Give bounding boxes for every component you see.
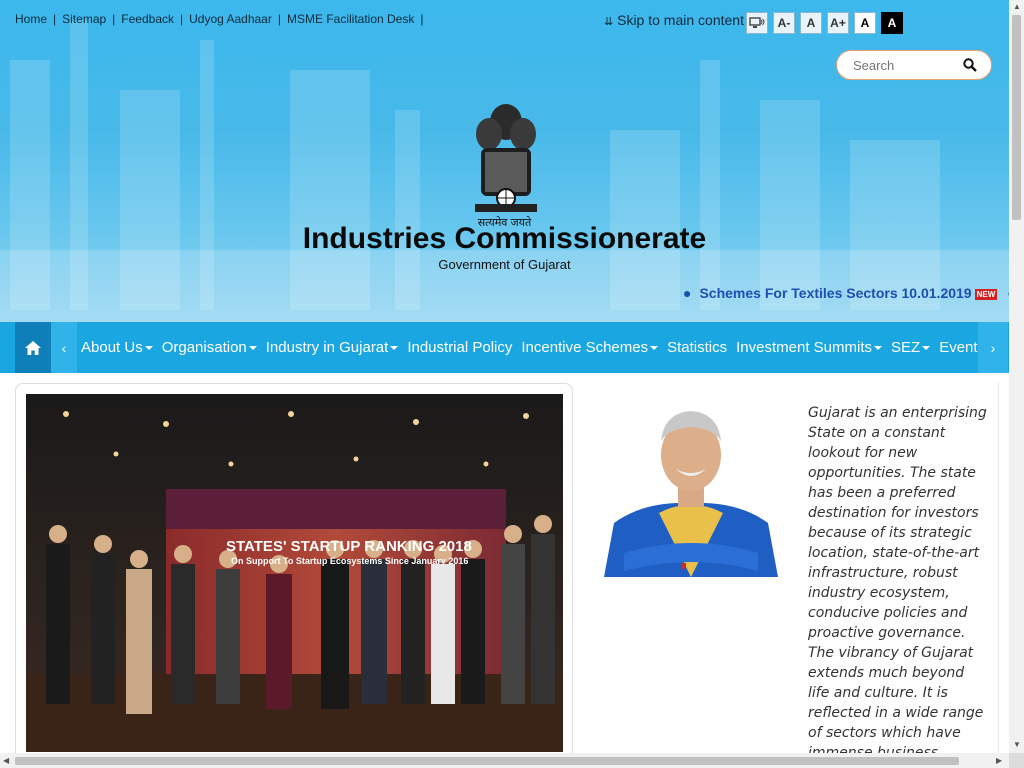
chevron-right-icon: › [990, 339, 996, 356]
banner-title: STATES' STARTUP RANKING 2018 [226, 538, 472, 555]
slider-image[interactable]: STATES' STARTUP RANKING 2018 On Support … [26, 394, 563, 752]
event-photo-image [26, 394, 563, 752]
menu-label: Investment Summits [736, 339, 872, 356]
page: Home | Sitemap | Feedback | Udyog Aadhaa… [0, 0, 1009, 753]
skip-label: Skip to main content [617, 12, 744, 28]
separator: | [420, 12, 424, 26]
main-menu: ‹ About Us Organisation Industry in Guja… [0, 322, 1009, 373]
site-title: Industries Commissionerate [302, 222, 707, 255]
ticker-link[interactable]: Schemes For Textiles Sectors 10.01.2019 [699, 285, 971, 301]
menu-label: Incentive Schemes [521, 339, 649, 356]
menu-scroll-left-button[interactable]: ‹ [51, 322, 77, 373]
chevron-left-icon: ‹ [61, 339, 67, 356]
home-icon [25, 340, 41, 355]
top-link-sitemap[interactable]: Sitemap [62, 12, 106, 26]
font-decrease-button[interactable]: A- [773, 12, 795, 34]
new-badge: NEW [974, 288, 998, 300]
scroll-down-icon[interactable]: ▼ [1013, 740, 1021, 749]
menu-label: Industry in Gujarat [265, 339, 389, 356]
news-ticker: ● Schemes For Textiles Sectors 10.01.2019… [683, 285, 1009, 301]
scroll-up-icon[interactable]: ▲ [1013, 2, 1021, 11]
menu-item-investment-summits[interactable]: Investment Summits [736, 339, 882, 356]
separator: | [180, 12, 184, 26]
accessibility-controls: A- A A+ A A [746, 12, 903, 34]
separator: | [277, 12, 281, 26]
bullet: ● [683, 285, 692, 301]
separator: | [53, 12, 57, 26]
double-chevron-down-icon: ⇊ [604, 16, 614, 28]
menu-items: About Us Organisation Industry in Gujara… [81, 322, 987, 373]
national-emblem-icon [467, 100, 545, 230]
menu-label: Industrial Policy [407, 339, 513, 356]
vertical-scroll-thumb[interactable] [1012, 15, 1021, 220]
scroll-right-icon[interactable]: ▶ [996, 756, 1002, 765]
scroll-left-icon[interactable]: ◀ [3, 756, 9, 765]
menu-label: Organisation [161, 339, 247, 356]
light-theme-button[interactable]: A [854, 12, 876, 34]
banner-subtitle: On Support To Startup Ecosystems Since J… [231, 556, 469, 566]
caret-down-icon [144, 346, 153, 351]
portrait-image [604, 403, 778, 577]
horizontal-scroll-thumb[interactable] [15, 757, 959, 765]
vertical-scrollbar[interactable]: ▲ ▼ [1009, 0, 1024, 753]
menu-item-event[interactable]: Event [939, 339, 977, 356]
top-links: Home | Sitemap | Feedback | Udyog Aadhaa… [15, 12, 429, 26]
menu-label: About Us [81, 339, 143, 356]
menu-scroll-right-button[interactable]: › [978, 322, 1008, 373]
menu-item-incentive-schemes[interactable]: Incentive Schemes [521, 339, 659, 356]
menu-label: Event [939, 339, 978, 356]
screen-reader-icon[interactable] [746, 12, 768, 34]
menu-item-industry-in-gujarat[interactable]: Industry in Gujarat [266, 339, 399, 356]
search-box [836, 50, 992, 80]
font-increase-button[interactable]: A+ [827, 12, 849, 34]
caret-down-icon [922, 346, 931, 351]
caret-down-icon [650, 346, 659, 351]
menu-item-statistics[interactable]: Statistics [667, 339, 727, 356]
top-link-feedback[interactable]: Feedback [121, 12, 174, 26]
horizontal-scrollbar[interactable]: ◀ ▶ [0, 753, 1009, 768]
home-button[interactable] [15, 322, 51, 373]
menu-label: Statistics [667, 339, 728, 356]
scrollbar-corner [1009, 753, 1024, 768]
caret-down-icon [874, 346, 882, 351]
caret-down-icon [248, 346, 257, 351]
separator: | [112, 12, 116, 26]
top-link-home[interactable]: Home [15, 12, 47, 26]
chief-minister-photo [604, 403, 778, 577]
header-banner: Home | Sitemap | Feedback | Udyog Aadhaa… [0, 0, 1009, 322]
search-icon[interactable] [963, 58, 977, 77]
menu-label: SEZ [891, 339, 921, 356]
top-link-udyog-aadhaar[interactable]: Udyog Aadhaar [189, 12, 272, 26]
site-subtitle: Government of Gujarat [438, 257, 571, 272]
about-text: Gujarat is an enterprising State on a co… [808, 405, 987, 753]
menu-item-sez[interactable]: SEZ [891, 339, 931, 356]
search-input[interactable] [851, 57, 965, 74]
menu-item-about-us[interactable]: About Us [81, 339, 153, 356]
caret-down-icon [390, 346, 399, 351]
divider [998, 383, 999, 753]
font-normal-button[interactable]: A [800, 12, 822, 34]
menu-item-industrial-policy[interactable]: Industrial Policy [407, 339, 512, 356]
dark-theme-button[interactable]: A [881, 12, 903, 34]
menu-item-organisation[interactable]: Organisation [162, 339, 257, 356]
skip-to-content-link[interactable]: ⇊ Skip to main content [604, 12, 744, 28]
top-link-msme-desk[interactable]: MSME Facilitation Desk [287, 12, 414, 26]
